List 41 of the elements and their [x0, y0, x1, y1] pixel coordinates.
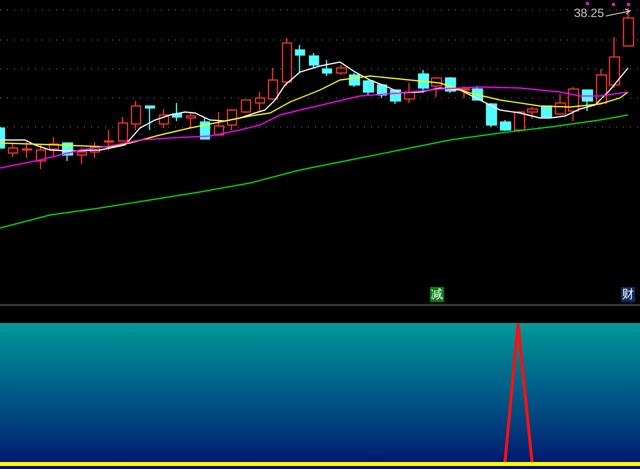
candlestick	[458, 86, 470, 98]
candlestick	[76, 148, 88, 164]
candlestick	[540, 105, 552, 118]
candlestick	[500, 120, 512, 131]
candlestick	[308, 53, 320, 68]
arrow-icon	[606, 8, 632, 18]
candlestick	[376, 84, 388, 98]
candlestick	[158, 109, 170, 128]
candlestick	[104, 130, 114, 150]
candlestick	[36, 145, 46, 169]
candlestick	[130, 101, 142, 130]
candlestick	[322, 60, 332, 76]
candlestick	[622, 8, 634, 47]
candlestick	[186, 113, 196, 128]
candlestick	[268, 68, 278, 100]
candlestick	[486, 103, 498, 127]
candlestick	[214, 112, 224, 136]
price-label: 38.25	[574, 7, 604, 19]
candlestick	[90, 142, 100, 158]
candlestick	[62, 142, 74, 161]
candlestick	[362, 80, 374, 96]
candlestick	[48, 137, 60, 156]
signal-marker: 财	[621, 287, 635, 302]
candlestick	[294, 45, 306, 73]
candlestick	[404, 83, 416, 103]
candlestick	[22, 142, 32, 158]
candlestick	[0, 127, 6, 149]
candlestick	[118, 117, 128, 142]
candlestick	[172, 103, 182, 121]
candlestick	[282, 38, 292, 86]
candlestick	[254, 92, 266, 112]
candlestick	[336, 65, 348, 75]
candlestick	[348, 73, 360, 87]
candlestick	[144, 105, 156, 130]
candlestick	[582, 89, 594, 111]
candlestick	[430, 77, 442, 97]
candlestick	[226, 109, 238, 130]
candlestick	[8, 143, 18, 157]
candlestick	[240, 99, 252, 113]
candlestick	[418, 70, 430, 93]
signal-marker: 减	[430, 287, 444, 302]
